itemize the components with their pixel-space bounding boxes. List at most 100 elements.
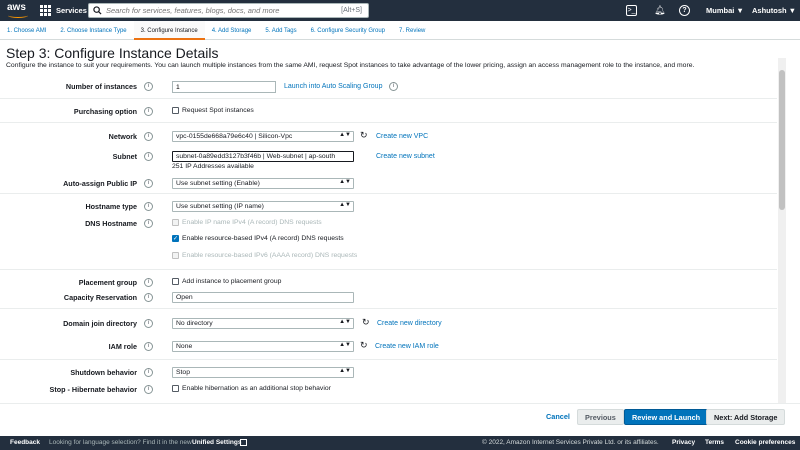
step-choose-ami[interactable]: 1. Choose AMI [0,21,53,40]
create-vpc-link[interactable]: Create new VPC [376,133,428,140]
field-label: Network [108,132,137,141]
privacy-link[interactable]: Privacy [672,439,695,446]
info-icon[interactable]: i [144,368,153,377]
search-icon [93,6,102,15]
dns-ipv4-ip-name-checkbox: Enable IP name IPv4 (A record) DNS reque… [172,219,322,226]
info-icon[interactable]: i [144,82,153,91]
bell-icon[interactable]: 🔔︎ [654,5,665,16]
checkbox-box[interactable]: ✓ [172,235,179,242]
grid-icon [40,5,51,16]
wizard-footer: Cancel Previous Review and Launch Next: … [0,403,800,431]
help-icon[interactable]: ? [679,5,690,16]
select-arrow-icon: ▲▼ [339,319,351,325]
services-menu-button[interactable]: Services [40,5,87,16]
shutdown-behavior-select[interactable]: Stop ▲▼ [172,367,354,378]
field-label: Shutdown behavior [70,368,137,377]
create-subnet-link[interactable]: Create new subnet [376,153,435,160]
step-add-storage[interactable]: 4. Add Storage [205,21,259,40]
field-label: Placement group [78,278,137,287]
field-label: IAM role [108,342,137,351]
top-navigation-bar: aws Services [Alt+S] >_ 🔔︎ ? Mumbai ▼ As… [0,0,800,21]
select-value: Stop [176,369,190,376]
step-configure-instance[interactable]: 3. Configure Instance [133,21,205,40]
page-scrollbar[interactable] [778,58,786,404]
info-icon[interactable]: i [144,132,153,141]
select-value: vpc-0155de668a79e6c40 | Silicon-Vpc [176,133,293,140]
network-select[interactable]: vpc-0155de668a79e6c40 | Silicon-Vpc ▲▼ [172,131,354,142]
info-icon[interactable]: i [144,293,153,302]
refresh-icon[interactable]: ↻ [360,130,368,141]
scrollbar-thumb[interactable] [779,70,785,210]
feedback-link[interactable]: Feedback [10,439,40,446]
account-menu[interactable]: Ashutosh ▼ [752,6,796,15]
field-label: DNS Hostname [85,219,137,228]
cancel-button[interactable]: Cancel [539,409,577,425]
refresh-icon[interactable]: ↻ [362,317,370,328]
hibernate-checkbox[interactable]: Enable hibernation as an additional stop… [172,385,331,392]
info-icon[interactable]: i [144,385,153,394]
info-icon[interactable]: i [144,202,153,211]
info-icon[interactable]: i [144,342,153,351]
info-icon[interactable]: i [144,219,153,228]
info-icon[interactable]: i [144,319,153,328]
aws-logo[interactable]: aws [7,2,31,19]
placement-group-checkbox[interactable]: Add instance to placement group [172,278,281,285]
step-configure-security-group[interactable]: 6. Configure Security Group [304,21,392,40]
previous-button[interactable]: Previous [577,409,624,425]
info-icon[interactable]: i [144,179,153,188]
terms-link[interactable]: Terms [705,439,724,446]
capacity-reservation-select[interactable]: Open [172,292,354,303]
select-value: subnet-0a89edd3127b3f46b | Web-subnet | … [176,153,336,160]
search-input[interactable] [106,6,326,15]
field-label: Number of instances [65,82,137,91]
console-footer: Feedback Looking for language selection?… [0,436,800,450]
public-ip-select[interactable]: Use subnet setting (Enable) ▲▼ [172,178,354,189]
search-shortcut: [Alt+S] [341,7,362,14]
select-value: Use subnet setting (Enable) [176,180,260,187]
region-selector[interactable]: Mumbai ▼ [706,6,744,15]
auto-scaling-link[interactable]: Launch into Auto Scaling Group [284,83,382,90]
field-label: Domain join directory [63,319,137,328]
checkbox-label: Add instance to placement group [182,278,282,285]
info-icon[interactable]: i [389,82,398,91]
checkbox-label: Enable resource-based IPv4 (A record) DN… [182,235,344,242]
select-value: Open [176,294,193,301]
info-icon[interactable]: i [144,278,153,287]
page-title: Step 3: Configure Instance Details [6,45,219,61]
number-of-instances-input[interactable] [172,81,276,93]
checkbox-box[interactable] [172,278,179,285]
external-link-icon [240,439,247,446]
field-label: Auto-assign Public IP [63,179,137,188]
create-directory-link[interactable]: Create new directory [377,320,442,327]
info-icon[interactable]: i [144,152,153,161]
checkbox-box[interactable] [172,107,179,114]
step-add-tags[interactable]: 5. Add Tags [258,21,303,40]
select-value: None [176,343,193,350]
domain-directory-select[interactable]: No directory ▲▼ [172,318,354,329]
dns-ipv4-resource-checkbox[interactable]: ✓ Enable resource-based IPv4 (A record) D… [172,235,344,242]
cloudshell-icon[interactable]: >_ [626,5,637,16]
next-add-storage-button[interactable]: Next: Add Storage [706,409,786,425]
hostname-type-select[interactable]: Use subnet setting (IP name) ▲▼ [172,201,354,212]
checkbox-box [172,219,179,226]
iam-role-select[interactable]: None ▲▼ [172,341,354,352]
spot-instances-checkbox[interactable]: Request Spot instances [172,107,254,114]
unified-settings-link[interactable]: Unified Settings [192,439,241,446]
search-box[interactable]: [Alt+S] [88,3,369,18]
create-iam-role-link[interactable]: Create new IAM role [375,343,439,350]
refresh-icon[interactable]: ↻ [360,340,368,351]
select-arrow-icon: ▲▼ [339,132,351,138]
subnet-select[interactable]: subnet-0a89edd3127b3f46b | Web-subnet | … [172,151,354,162]
select-value: No directory [176,320,213,327]
cookie-preferences-link[interactable]: Cookie preferences [735,439,795,446]
review-and-launch-button[interactable]: Review and Launch [624,409,709,425]
info-icon[interactable]: i [144,107,153,116]
checkbox-box[interactable] [172,385,179,392]
checkbox-box [172,252,179,259]
select-arrow-icon: ▲▼ [339,342,351,348]
select-value: Use subnet setting (IP name) [176,203,264,210]
step-choose-instance-type[interactable]: 2. Choose Instance Type [53,21,133,40]
language-note: Looking for language selection? Find it … [49,439,192,446]
checkbox-label: Enable resource-based IPv6 (AAAA record)… [182,252,358,259]
step-review[interactable]: 7. Review [392,21,432,40]
